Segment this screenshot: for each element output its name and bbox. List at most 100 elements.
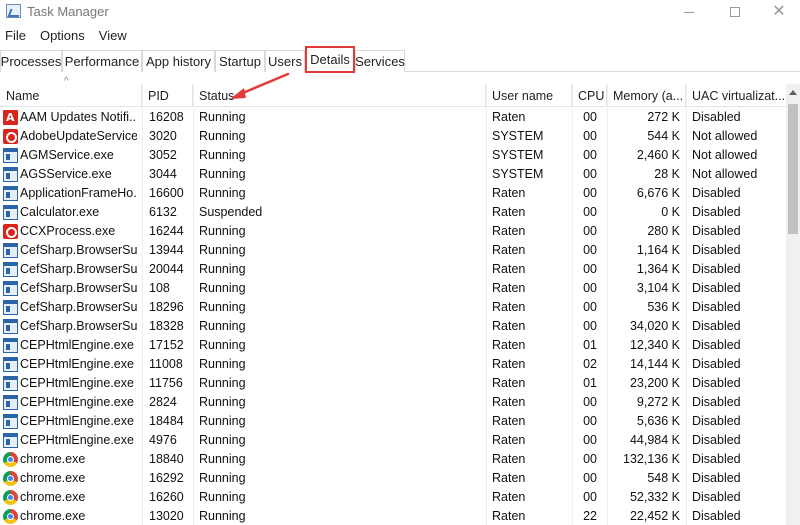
cell-mem: 548 K [647, 471, 680, 485]
cell-status: Running [199, 338, 246, 352]
table-row[interactable]: CEPHtmlEngine.exe 4976 Running Raten 00 44,98… [0, 431, 786, 450]
table-row[interactable]: CefSharp.BrowserSu... 108 Running Raten 00 3,… [0, 279, 786, 298]
cell-name: CCXProcess.exe [20, 224, 116, 238]
cell-pid: 16260 [149, 490, 184, 504]
table-row[interactable]: AGMService.exe 3052 Running SYSTEM 00 2,460 K… [0, 146, 786, 165]
cell-uac: Disabled [692, 319, 741, 333]
cell-mem: 2,460 K [636, 148, 680, 162]
vertical-scrollbar[interactable] [786, 84, 800, 525]
minimize-button[interactable] [666, 0, 712, 24]
column-header-memory[interactable]: Memory (a... [607, 84, 686, 107]
tab-app-history[interactable]: App history [142, 50, 215, 72]
cell-cpu: 00 [583, 490, 597, 504]
table-row[interactable]: CefSharp.BrowserSu... 18296 Running Raten 00… [0, 298, 786, 317]
table-row[interactable]: AGSService.exe 3044 Running SYSTEM 00 28 K Not… [0, 165, 786, 184]
column-header-user-name[interactable]: User name [486, 84, 572, 107]
cell-status: Running [199, 148, 246, 162]
cell-name: CefSharp.BrowserSu... [20, 262, 137, 276]
table-header: Name PID Status User name CPU Memory (a.… [0, 84, 786, 107]
cell-pid: 11008 [149, 357, 183, 371]
cell-cpu: 00 [583, 281, 597, 295]
maximize-icon [730, 7, 740, 17]
table-row[interactable]: ApplicationFrameHo... 16600 Running Raten 00… [0, 184, 786, 203]
column-header-cpu[interactable]: CPU [572, 84, 607, 107]
cell-user: SYSTEM [492, 129, 544, 143]
tab-startup[interactable]: Startup [215, 50, 265, 72]
table-row[interactable]: CefSharp.BrowserSu... 18328 Running Raten 00… [0, 317, 786, 336]
cell-name: chrome.exe [20, 471, 86, 485]
cell-status: Running [199, 452, 246, 466]
column-header-status[interactable]: Status [193, 84, 486, 107]
cell-user: Raten [492, 243, 526, 257]
cell-pid: 18484 [149, 414, 184, 428]
table-row[interactable]: chrome.exe 13020 Running Raten 22 22,452 K Dis… [0, 507, 786, 525]
cell-uac: Disabled [692, 110, 741, 124]
scroll-thumb[interactable] [788, 104, 798, 234]
table-row[interactable]: CEPHtmlEngine.exe 17152 Running Raten 01 12,3… [0, 336, 786, 355]
cell-cpu: 00 [583, 186, 597, 200]
cell-pid: 20044 [149, 262, 184, 276]
cell-name: CEPHtmlEngine.exe [20, 357, 134, 371]
cell-uac: Disabled [692, 357, 741, 371]
table-row[interactable]: AAM Updates Notifi... 16208 Running Raten 00… [0, 108, 786, 127]
menu-view[interactable]: View [94, 28, 133, 43]
cell-status: Running [199, 300, 246, 314]
cell-mem: 1,364 K [636, 262, 680, 276]
table-row[interactable]: CEPHtmlEngine.exe 2824 Running Raten 00 9,272… [0, 393, 786, 412]
task-manager-icon [6, 4, 21, 18]
table-row[interactable]: CEPHtmlEngine.exe 11756 Running Raten 01 23,2… [0, 374, 786, 393]
cell-pid: 16208 [149, 110, 184, 124]
cell-name: CefSharp.BrowserSu... [20, 300, 137, 314]
column-header-pid[interactable]: PID [142, 84, 193, 107]
cell-status: Running [199, 110, 246, 124]
cell-cpu: 00 [583, 148, 597, 162]
cell-mem: 1,164 K [636, 243, 680, 257]
table-row[interactable]: CefSharp.BrowserSu... 20044 Running Raten 00… [0, 260, 786, 279]
tab-details[interactable]: Details [305, 46, 355, 73]
close-button[interactable]: ✕ [756, 0, 800, 24]
table-row[interactable]: Calculator.exe 6132 Suspended Raten 00 0 K Dis… [0, 203, 786, 222]
cell-pid: 16292 [149, 471, 184, 485]
cell-name: CEPHtmlEngine.exe [20, 376, 134, 390]
cell-status: Running [199, 281, 246, 295]
cell-uac: Not allowed [692, 129, 758, 143]
tab-performance[interactable]: Performance [62, 50, 142, 72]
cell-name: chrome.exe [20, 490, 86, 504]
cell-mem: 28 K [654, 167, 680, 181]
table-row[interactable]: CEPHtmlEngine.exe 11008 Running Raten 02 14,1… [0, 355, 786, 374]
cell-uac: Disabled [692, 471, 741, 485]
tab-users[interactable]: Users [265, 50, 305, 72]
table-row[interactable]: chrome.exe 16292 Running Raten 00 548 K Disabl… [0, 469, 786, 488]
column-header-uac[interactable]: UAC virtualizat... [686, 84, 786, 107]
table-row[interactable]: chrome.exe 16260 Running Raten 00 52,332 K Dis… [0, 488, 786, 507]
table-row[interactable]: CefSharp.BrowserSu... 13944 Running Raten 00… [0, 241, 786, 260]
cell-user: Raten [492, 262, 526, 276]
tab-processes[interactable]: Processes [0, 50, 62, 72]
cell-cpu: 00 [583, 300, 597, 314]
menu-file[interactable]: File [0, 28, 32, 43]
table-row[interactable]: chrome.exe 18840 Running Raten 00 132,136 K Di… [0, 450, 786, 469]
tab-services[interactable]: Services [355, 50, 405, 72]
maximize-button[interactable] [712, 0, 758, 24]
table-row[interactable]: CCXProcess.exe 16244 Running Raten 00 280 K Di… [0, 222, 786, 241]
cell-uac: Disabled [692, 243, 741, 257]
cell-cpu: 22 [583, 509, 597, 523]
cell-uac: Disabled [692, 490, 741, 504]
cell-cpu: 00 [583, 224, 597, 238]
cell-mem: 34,020 K [629, 319, 680, 333]
scroll-up-icon[interactable] [789, 90, 797, 95]
cell-name: CefSharp.BrowserSu... [20, 319, 137, 333]
cell-uac: Disabled [692, 338, 741, 352]
column-header-name[interactable]: Name [0, 84, 142, 107]
cell-status: Running [199, 433, 246, 447]
table-row[interactable]: CEPHtmlEngine.exe 18484 Running Raten 00 5,63… [0, 412, 786, 431]
window-icon [3, 376, 18, 391]
window-icon [3, 414, 18, 429]
table-row[interactable]: AdobeUpdateService... 3020 Running SYSTEM 00… [0, 127, 786, 146]
cell-uac: Disabled [692, 262, 741, 276]
cell-user: Raten [492, 452, 526, 466]
cell-pid: 3020 [149, 129, 177, 143]
cell-uac: Disabled [692, 433, 741, 447]
cell-pid: 18296 [149, 300, 184, 314]
menu-options[interactable]: Options [35, 28, 91, 43]
